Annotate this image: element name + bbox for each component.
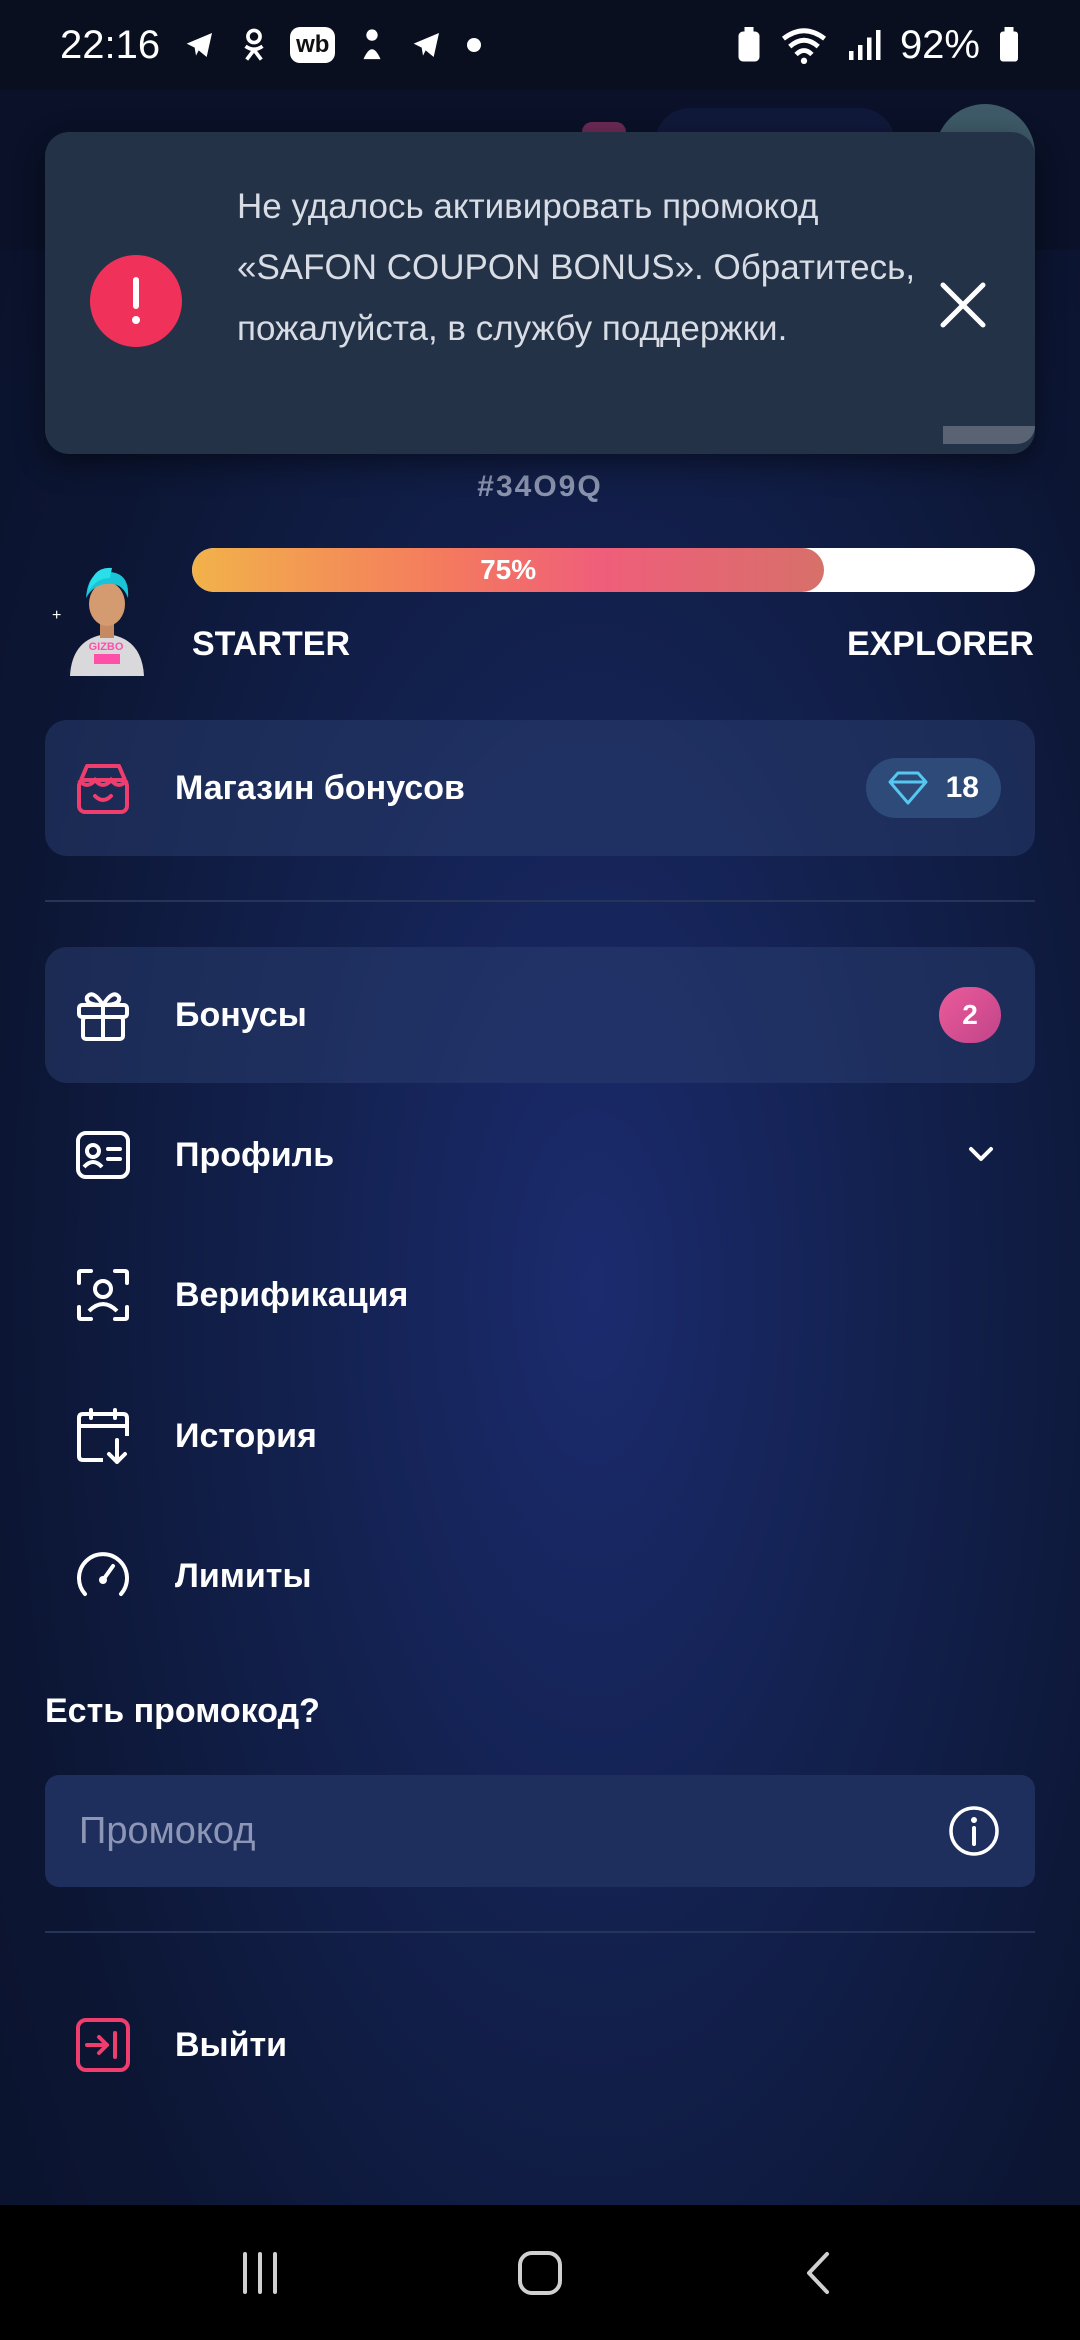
gem-count: 18 [945, 771, 979, 804]
screen: 22:16 wb 92% #34O9Q + GIZBO 75% STARTER … [0, 0, 1080, 2340]
battery-icon [1000, 27, 1018, 62]
home-icon [518, 2250, 562, 2295]
diamond-icon [888, 771, 928, 805]
back-button[interactable] [780, 2233, 860, 2313]
odnoklassniki-icon [244, 28, 264, 61]
wb-icon: wb [290, 27, 336, 63]
telegram-icon [414, 33, 440, 57]
level-progress-bar: 75% [192, 548, 1035, 592]
bonus-shop-card[interactable]: Магазин бонусов 18 [45, 720, 1035, 856]
level-next: EXPLORER [846, 625, 1034, 663]
promo-code-field[interactable] [45, 1775, 1035, 1887]
bonus-shop-label: Магазин бонусов [175, 768, 465, 807]
menu-label-limits: Лимиты [175, 1556, 312, 1595]
battery-saver-icon [738, 27, 760, 62]
logout-icon [76, 2018, 130, 2072]
menu-label-profile: Профиль [175, 1135, 335, 1174]
toast-edge [943, 426, 1035, 444]
logout-label: Выйти [175, 2025, 288, 2064]
speedometer-icon [77, 1552, 129, 1596]
chevron-down-icon[interactable] [961, 1135, 1001, 1175]
app-icon [363, 29, 381, 60]
avatar-badge: GIZBO [88, 641, 124, 653]
close-icon[interactable] [933, 275, 993, 335]
menu-item-limits[interactable]: Лимиты [45, 1508, 1035, 1644]
clock: 22:16 [60, 22, 161, 67]
gem-balance: 18 [865, 758, 1001, 818]
menu-item-bonuses[interactable]: Бонусы 2 [45, 947, 1035, 1083]
divider [45, 1931, 1035, 1933]
wifi-icon [781, 28, 826, 64]
system-nav-bar [0, 2205, 1080, 2340]
menu-label-history: История [175, 1416, 317, 1455]
toast-message: Не удалось активировать промокод «SAFON … [237, 187, 916, 348]
user-id: #34O9Q [477, 470, 603, 503]
svg-text:+: + [52, 607, 61, 624]
menu-item-profile[interactable]: Профиль [45, 1087, 1035, 1223]
promo-title: Есть промокод? [45, 1692, 320, 1730]
level-current: STARTER [192, 625, 351, 663]
avatar[interactable]: + [52, 558, 152, 678]
error-toast: Не удалось активировать промокод «SAFON … [45, 132, 1035, 454]
menu-label-verification: Верификация [175, 1275, 409, 1314]
back-icon [807, 2251, 829, 2294]
logout-button[interactable]: Выйти [45, 1977, 1035, 2113]
info-icon[interactable] [947, 1804, 1001, 1858]
id-card-icon [76, 1131, 130, 1179]
calendar-download-icon [77, 1408, 129, 1464]
status-left: 22:16 wb [60, 22, 482, 68]
menu-item-verification[interactable]: Верификация [45, 1227, 1035, 1363]
promo-code-input[interactable] [79, 1809, 947, 1853]
recent-apps-button[interactable] [220, 2233, 300, 2313]
status-bar: 22:16 wb 92% [0, 0, 1080, 90]
battery-percent: 92% [899, 22, 980, 67]
bonuses-count-badge: 2 [939, 987, 1001, 1043]
gift-icon [77, 992, 129, 1041]
telegram-icon [186, 33, 213, 57]
divider [45, 900, 1035, 902]
dot-icon [467, 38, 482, 52]
recent-apps-icon [243, 2251, 277, 2294]
face-scan-icon [77, 1269, 129, 1321]
home-button[interactable] [500, 2233, 580, 2313]
menu-label-bonuses: Бонусы [175, 995, 307, 1034]
shop-icon [77, 764, 129, 814]
level-progress-label: 75% [480, 554, 537, 585]
exclamation-icon [132, 277, 140, 324]
menu-item-history[interactable]: История [45, 1368, 1035, 1504]
status-right: 92% [736, 23, 1020, 68]
alert-icon [90, 255, 182, 347]
signal-icon [848, 30, 881, 60]
